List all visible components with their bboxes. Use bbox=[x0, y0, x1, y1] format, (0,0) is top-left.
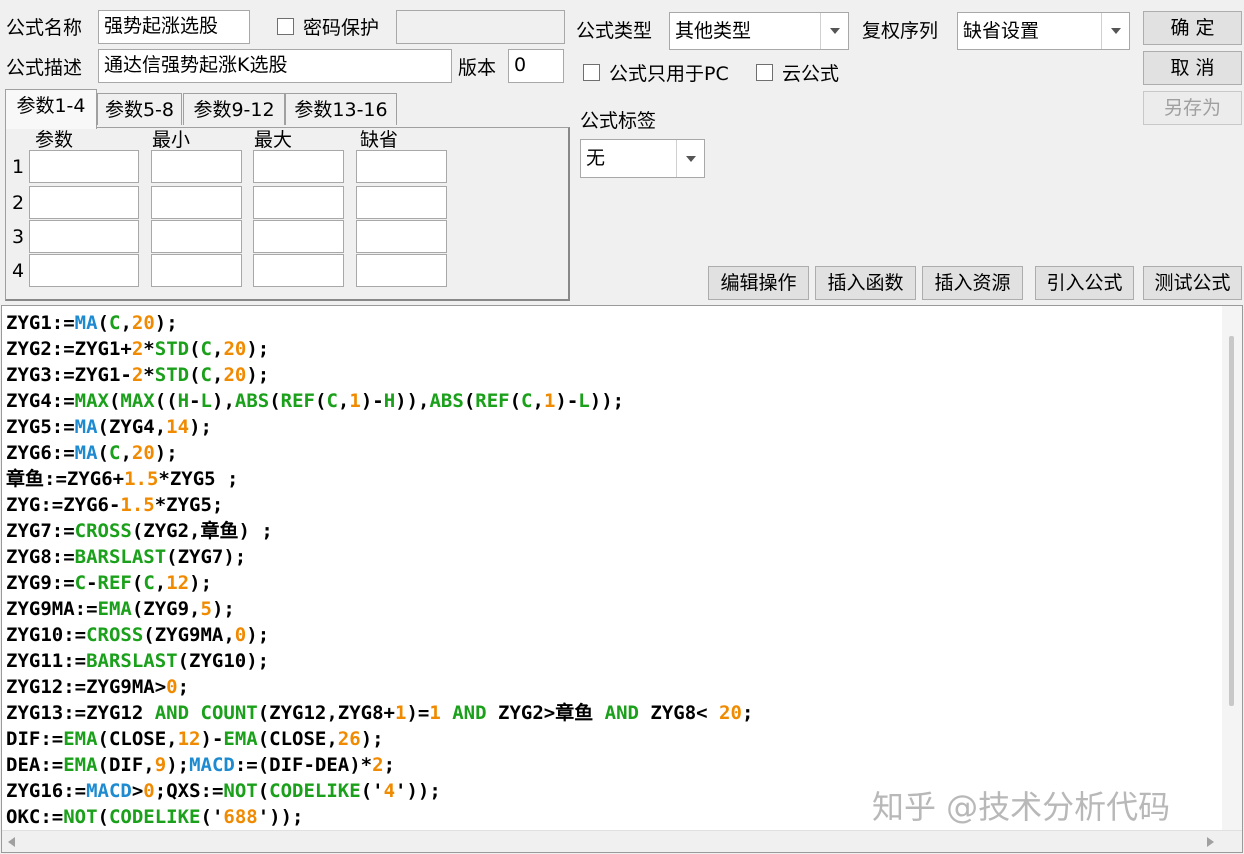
code-line[interactable]: ZYG11:=BARSLAST(ZYG10); bbox=[6, 648, 753, 674]
code-line[interactable]: OKC:=NOT(CODELIKE('688')); bbox=[6, 804, 753, 830]
code-text[interactable]: ZYG1:=MA(C,20); ZYG2:=ZYG1+2*STD(C,20); ZY… bbox=[6, 310, 753, 830]
scroll-left-icon[interactable] bbox=[8, 837, 15, 847]
code-line[interactable]: 章鱼:=ZYG6+1.5*ZYG5 ; bbox=[6, 466, 753, 492]
code-line[interactable]: ZYG16:=MACD>0;QXS:=NOT(CODELIKE('4')); bbox=[6, 778, 753, 804]
restore-value: 缺省设置 bbox=[963, 20, 1040, 42]
test-formula-button[interactable]: 测试公式 bbox=[1143, 266, 1242, 300]
code-line[interactable]: ZYG13:=ZYG12 AND COUNT(ZYG12,ZYG8+1)=1 A… bbox=[6, 700, 753, 726]
formula-type-label: 公式类型 bbox=[576, 20, 653, 42]
tag-select[interactable]: 无 bbox=[580, 139, 705, 178]
param-1-name[interactable] bbox=[29, 150, 139, 183]
param-4-default[interactable] bbox=[356, 254, 447, 287]
param-4-max[interactable] bbox=[253, 254, 344, 287]
tab-params-5-8[interactable]: 参数5-8 bbox=[97, 93, 182, 125]
param-3-max[interactable] bbox=[253, 220, 344, 253]
edit-operations-button[interactable]: 编辑操作 bbox=[708, 266, 809, 300]
save-as-button[interactable]: 另存为 bbox=[1143, 91, 1242, 125]
cancel-button[interactable]: 取 消 bbox=[1143, 51, 1242, 85]
version-label: 版本 bbox=[458, 57, 497, 79]
code-line[interactable]: ZYG1:=MA(C,20); bbox=[6, 310, 753, 336]
tab-params-9-12[interactable]: 参数9-12 bbox=[183, 93, 285, 125]
formula-desc-input[interactable]: 通达信强势起涨K选股 bbox=[98, 49, 452, 83]
code-line[interactable]: ZYG5:=MA(ZYG4,14); bbox=[6, 414, 753, 440]
watermark: 知乎 @技术分析代码 bbox=[872, 788, 1171, 826]
code-line[interactable]: ZYG12:=ZYG9MA>0; bbox=[6, 674, 753, 700]
param-2-default[interactable] bbox=[356, 186, 447, 219]
code-line[interactable]: ZYG3:=ZYG1-2*STD(C,20); bbox=[6, 362, 753, 388]
param-row-index: 4 bbox=[12, 260, 25, 282]
tag-value: 无 bbox=[586, 147, 606, 169]
tab-params-13-16[interactable]: 参数13-16 bbox=[285, 93, 397, 125]
pc-only-checkbox[interactable] bbox=[583, 64, 600, 81]
param-row-index: 2 bbox=[12, 192, 25, 214]
horizontal-scrollbar[interactable] bbox=[2, 830, 1242, 852]
restore-select[interactable]: 缺省设置 bbox=[957, 12, 1130, 50]
formula-desc-label: 公式描述 bbox=[6, 57, 83, 79]
code-line[interactable]: ZYG:=ZYG6-1.5*ZYG5; bbox=[6, 492, 753, 518]
ok-button[interactable]: 确 定 bbox=[1143, 11, 1242, 45]
param-2-max[interactable] bbox=[253, 186, 344, 219]
code-line[interactable]: ZYG4:=MAX(MAX((H-L),ABS(REF(C,1)-H)),ABS… bbox=[6, 388, 753, 414]
password-input[interactable] bbox=[396, 10, 565, 44]
code-line[interactable]: DEA:=EMA(DIF,9);MACD:=(DIF-DEA)*2; bbox=[6, 752, 753, 778]
pc-only-label: 公式只用于PC bbox=[609, 63, 729, 85]
param-1-min[interactable] bbox=[151, 150, 242, 183]
param-row-index: 3 bbox=[12, 226, 25, 248]
formula-name-label: 公式名称 bbox=[6, 17, 83, 39]
code-editor[interactable]: ZYG1:=MA(C,20); ZYG2:=ZYG1+2*STD(C,20); ZY… bbox=[1, 305, 1243, 853]
insert-resource-button[interactable]: 插入资源 bbox=[922, 266, 1023, 300]
formula-name-input[interactable]: 强势起涨选股 bbox=[98, 10, 250, 44]
password-label: 密码保护 bbox=[303, 17, 380, 39]
code-line[interactable]: ZYG2:=ZYG1+2*STD(C,20); bbox=[6, 336, 753, 362]
param-row-index: 1 bbox=[12, 156, 25, 178]
import-formula-button[interactable]: 引入公式 bbox=[1035, 266, 1134, 300]
tab-params-1-4[interactable]: 参数1-4 bbox=[5, 89, 97, 129]
formula-type-value: 其他类型 bbox=[675, 20, 752, 42]
param-3-default[interactable] bbox=[356, 220, 447, 253]
code-line[interactable]: ZYG8:=BARSLAST(ZYG7); bbox=[6, 544, 753, 570]
vertical-scrollbar[interactable] bbox=[1222, 306, 1242, 830]
chevron-down-icon[interactable] bbox=[820, 13, 848, 49]
cloud-label: 云公式 bbox=[782, 63, 840, 85]
param-1-max[interactable] bbox=[253, 150, 344, 183]
param-4-min[interactable] bbox=[151, 254, 242, 287]
tag-label: 公式标签 bbox=[580, 110, 657, 132]
formula-type-select[interactable]: 其他类型 bbox=[669, 12, 849, 50]
password-checkbox[interactable] bbox=[277, 18, 294, 35]
code-line[interactable]: ZYG7:=CROSS(ZYG2,章鱼) ; bbox=[6, 518, 753, 544]
code-line[interactable]: ZYG6:=MA(C,20); bbox=[6, 440, 753, 466]
chevron-down-icon[interactable] bbox=[1101, 13, 1129, 49]
param-2-min[interactable] bbox=[151, 186, 242, 219]
code-line[interactable]: ZYG9:=C-REF(C,12); bbox=[6, 570, 753, 596]
scroll-thumb[interactable] bbox=[1229, 336, 1234, 706]
code-line[interactable]: ZYG10:=CROSS(ZYG9MA,0); bbox=[6, 622, 753, 648]
code-line[interactable]: DIF:=EMA(CLOSE,12)-EMA(CLOSE,26); bbox=[6, 726, 753, 752]
code-line[interactable]: ZYG9MA:=EMA(ZYG9,5); bbox=[6, 596, 753, 622]
version-input[interactable]: 0 bbox=[508, 49, 564, 83]
param-3-name[interactable] bbox=[29, 220, 139, 253]
param-1-default[interactable] bbox=[356, 150, 447, 183]
param-2-name[interactable] bbox=[29, 186, 139, 219]
param-4-name[interactable] bbox=[29, 254, 139, 287]
scroll-right-icon[interactable] bbox=[1207, 837, 1214, 847]
insert-function-button[interactable]: 插入函数 bbox=[815, 266, 916, 300]
restore-label: 复权序列 bbox=[862, 20, 939, 42]
chevron-down-icon[interactable] bbox=[676, 140, 704, 177]
cloud-checkbox[interactable] bbox=[756, 64, 773, 81]
param-3-min[interactable] bbox=[151, 220, 242, 253]
